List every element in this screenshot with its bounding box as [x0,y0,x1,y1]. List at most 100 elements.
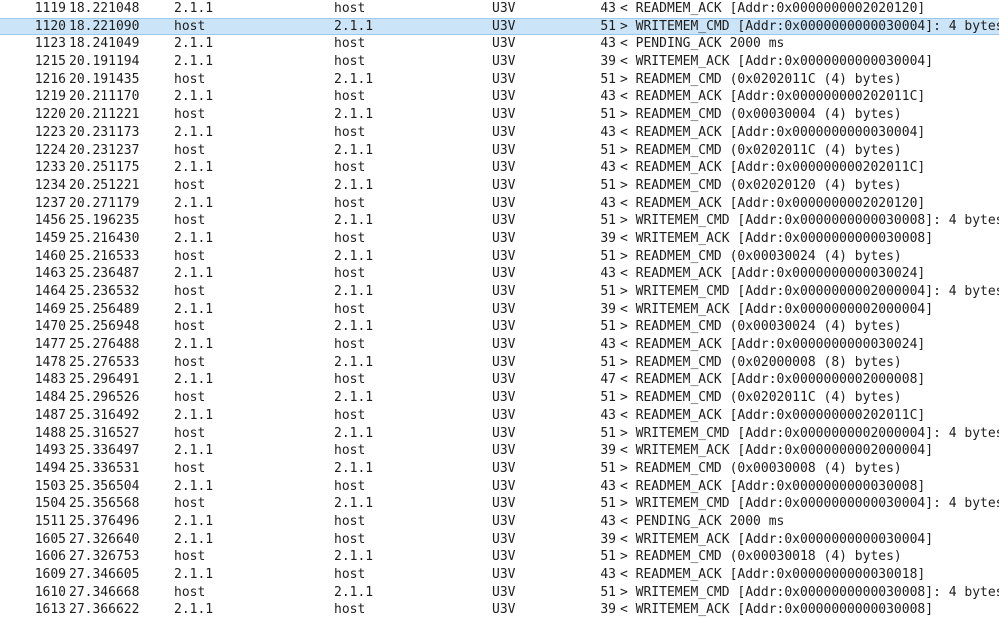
packet-row[interactable]: 1483 25.296491 2.1.1 host U3V 47 < READMEM_ACK… [0,371,999,389]
packet-protocol: U3V [492,36,516,52]
packet-length: 43 [600,567,616,582]
packet-row[interactable]: 1237 20.271179 2.1.1 host U3V 43 < READMEM_ACK… [0,195,999,213]
packet-row[interactable]: 1234 20.251221 host 2.1.1 U3V 51 > READMEM_CMD… [0,177,999,195]
packet-row[interactable]: 1605 27.326640 2.1.1 host U3V 39 < WRITEMEM_AC… [0,531,999,549]
packet-destination: host [334,266,366,282]
packet-row[interactable]: 1470 25.256948 host 2.1.1 U3V 51 > READMEM_CMD… [0,318,999,336]
packet-time: 25.256948 [69,319,140,335]
packet-row[interactable]: 1219 20.211170 2.1.1 host U3V 43 < READMEM_ACK… [0,88,999,106]
packet-row[interactable]: 1224 20.231237 host 2.1.1 U3V 51 > READMEM_CMD… [0,142,999,160]
packet-protocol: U3V [492,124,516,140]
packet-row[interactable]: 1123 18.241049 2.1.1 host U3V 43 < PENDING_ACK… [0,35,999,53]
packet-row[interactable]: 1478 25.276533 host 2.1.1 U3V 51 > READMEM_CMD… [0,354,999,372]
packet-time: 25.296491 [69,372,140,388]
packet-time: 27.326753 [69,549,140,565]
packet-number: 1494 [34,460,66,476]
packet-protocol: U3V [492,549,516,565]
packet-row[interactable]: 1223 20.231173 2.1.1 host U3V 43 < READMEM_ACK… [0,124,999,142]
packet-number: 1464 [34,284,66,299]
packet-info: > WRITEMEM_CMD [Addr:0x0000000002000004]… [620,425,999,441]
packet-row[interactable]: 1460 25.216533 host 2.1.1 U3V 51 > READMEM_CMD… [0,248,999,266]
packet-row[interactable]: 1609 27.346605 2.1.1 host U3V 43 < READMEM_ACK… [0,566,999,584]
packet-protocol: U3V [492,496,516,512]
packet-info: > READMEM_CMD (0x00030024 (4) bytes) [620,319,902,335]
packet-length: 39 [600,54,616,70]
packet-destination: host [334,36,366,52]
packet-row[interactable]: 1484 25.296526 host 2.1.1 U3V 51 > READMEM_CMD… [0,389,999,407]
packet-row-selected[interactable]: 1120 18.221090 host 2.1.1 U3V 51 > WRITEMEM_CM… [0,17,999,36]
packet-protocol: U3V [492,425,516,441]
packet-source: host [174,213,206,229]
packet-row[interactable]: 1459 25.216430 2.1.1 host U3V 39 < WRITEMEM_AC… [0,230,999,248]
packet-time: 25.336531 [69,460,140,476]
packet-row[interactable]: 1488 25.316527 host 2.1.1 U3V 51 > WRITEMEM_CM… [0,425,999,443]
packet-length: 51 [600,177,616,193]
packet-row[interactable]: 1216 20.191435 host 2.1.1 U3V 51 > READMEM_CMD… [0,71,999,89]
packet-time: 20.231173 [69,124,140,140]
packet-time: 18.221090 [69,18,140,34]
packet-time: 20.271179 [69,195,140,211]
packet-destination: host [334,54,366,70]
packet-source: host [174,496,206,512]
packet-row[interactable]: 1215 20.191194 2.1.1 host U3V 39 < WRITEMEM_AC… [0,53,999,71]
packet-source: 2.1.1 [174,160,214,176]
packet-source: host [174,142,206,158]
packet-source: host [174,354,206,370]
packet-row[interactable]: 1504 25.356568 host 2.1.1 U3V 51 > WRITEMEM_CM… [0,495,999,513]
packet-length: 43 [600,89,616,105]
packet-source: 2.1.1 [174,513,214,529]
packet-time: 25.236532 [69,284,140,299]
packet-protocol: U3V [492,177,516,193]
packet-time: 20.251175 [69,160,140,176]
packet-destination: 2.1.1 [334,71,374,87]
packet-row[interactable]: 1613 27.366622 2.1.1 host U3V 39 < WRITEMEM_AC… [0,601,999,619]
packet-destination: host [334,230,366,246]
packet-protocol: U3V [492,337,516,353]
packet-destination: host [334,160,366,176]
packet-number: 1120 [34,18,66,34]
packet-row[interactable]: 1464 25.236532 host 2.1.1 U3V 51 > WRITEMEM_CM… [0,283,999,301]
packet-info: < READMEM_ACK [Addr:0x0000000000030004] [620,124,926,140]
packet-protocol: U3V [492,230,516,246]
packet-row[interactable]: 1233 20.251175 2.1.1 host U3V 43 < READMEM_ACK… [0,159,999,177]
packet-time: 27.346668 [69,584,140,600]
packet-protocol: U3V [492,266,516,282]
packet-length: 43 [600,195,616,211]
packet-destination: host [334,195,366,211]
packet-row[interactable]: 1487 25.316492 2.1.1 host U3V 43 < READMEM_ACK… [0,407,999,425]
packet-row[interactable]: 1463 25.236487 2.1.1 host U3V 43 < READMEM_ACK… [0,265,999,283]
packet-list[interactable]: 1119 18.221048 2.1.1 host U3V 43 < READMEM_ACK… [0,0,999,619]
packet-protocol: U3V [492,460,516,476]
packet-time: 25.196235 [69,213,140,229]
packet-protocol: U3V [492,478,516,494]
packet-protocol: U3V [492,160,516,176]
packet-number: 1233 [34,160,66,176]
packet-number: 1469 [34,301,66,317]
packet-length: 51 [600,319,616,335]
packet-row[interactable]: 1477 25.276488 2.1.1 host U3V 43 < READMEM_ACK… [0,336,999,354]
packet-row[interactable]: 1456 25.196235 host 2.1.1 U3V 51 > WRITEMEM_CM… [0,212,999,230]
packet-length: 51 [600,584,616,600]
packet-row[interactable]: 1511 25.376496 2.1.1 host U3V 43 < PENDING_ACK… [0,513,999,531]
packet-number: 1456 [34,213,66,229]
packet-row[interactable]: 1220 20.211221 host 2.1.1 U3V 51 > READMEM_CMD… [0,106,999,124]
packet-row[interactable]: 1606 27.326753 host 2.1.1 U3V 51 > READMEM_CMD… [0,548,999,566]
packet-row[interactable]: 1610 27.346668 host 2.1.1 U3V 51 > WRITEMEM_CM… [0,584,999,602]
packet-time: 20.191194 [69,54,140,70]
packet-protocol: U3V [492,195,516,211]
packet-destination: 2.1.1 [334,18,374,34]
packet-row[interactable]: 1119 18.221048 2.1.1 host U3V 43 < READMEM_ACK… [0,0,999,18]
packet-row[interactable]: 1493 25.336497 2.1.1 host U3V 39 < WRITEMEM_AC… [0,442,999,460]
packet-row[interactable]: 1494 25.336531 host 2.1.1 U3V 51 > READMEM_CMD… [0,460,999,478]
packet-destination: 2.1.1 [334,142,374,158]
packet-length: 51 [600,496,616,512]
packet-number: 1477 [34,337,66,353]
packet-number: 1223 [34,124,66,140]
packet-length: 43 [600,337,616,353]
packet-info: < WRITEMEM_ACK [Addr:0x0000000002000004] [620,443,934,459]
packet-time: 25.216430 [69,230,140,246]
packet-row[interactable]: 1469 25.256489 2.1.1 host U3V 39 < WRITEMEM_AC… [0,301,999,319]
packet-info: < READMEM_ACK [Addr:0x000000000202011C] [620,160,926,176]
packet-length: 51 [600,213,616,229]
packet-row[interactable]: 1503 25.356504 2.1.1 host U3V 43 < READMEM_ACK… [0,478,999,496]
